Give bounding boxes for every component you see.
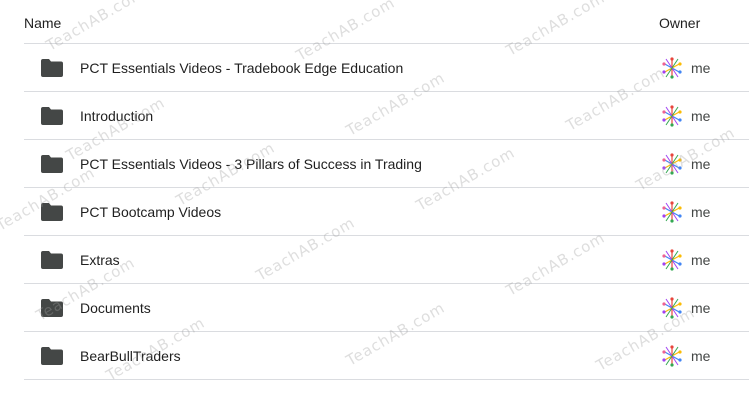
owner-column-header[interactable]: Owner bbox=[659, 15, 700, 31]
folder-row[interactable]: BearBullTraders me bbox=[24, 332, 749, 380]
owner-avatar-icon bbox=[662, 105, 682, 127]
folder-row[interactable]: PCT Bootcamp Videos me bbox=[24, 188, 749, 236]
owner-name: me bbox=[691, 204, 711, 220]
owner-avatar-icon bbox=[662, 297, 682, 319]
folder-name: Documents bbox=[80, 300, 151, 316]
folder-name: PCT Essentials Videos - 3 Pillars of Suc… bbox=[80, 156, 422, 172]
folder-icon bbox=[41, 155, 63, 173]
owner-avatar-icon bbox=[662, 153, 682, 175]
folder-row[interactable]: Introduction me bbox=[24, 92, 749, 140]
folder-row[interactable]: Documents me bbox=[24, 284, 749, 332]
folder-rows: PCT Essentials Videos - Tradebook Edge E… bbox=[24, 44, 749, 380]
folder-row[interactable]: PCT Essentials Videos - 3 Pillars of Suc… bbox=[24, 140, 749, 188]
owner-name: me bbox=[691, 60, 711, 76]
owner-avatar-icon bbox=[662, 57, 682, 79]
folder-icon bbox=[41, 59, 63, 77]
folder-name: Extras bbox=[80, 252, 120, 268]
folder-icon bbox=[41, 299, 63, 317]
name-column-header[interactable]: Name bbox=[24, 15, 61, 31]
folder-icon bbox=[41, 251, 63, 269]
folder-row[interactable]: Extras me bbox=[24, 236, 749, 284]
owner-avatar-icon bbox=[662, 345, 682, 367]
list-header: Name Owner bbox=[24, 0, 749, 44]
owner-name: me bbox=[691, 348, 711, 364]
folder-icon bbox=[41, 203, 63, 221]
owner-name: me bbox=[691, 252, 711, 268]
owner-avatar-icon bbox=[662, 201, 682, 223]
folder-icon bbox=[41, 107, 63, 125]
folder-name: PCT Essentials Videos - Tradebook Edge E… bbox=[80, 60, 404, 76]
owner-name: me bbox=[691, 156, 711, 172]
folder-name: Introduction bbox=[80, 108, 154, 124]
owner-name: me bbox=[691, 300, 711, 316]
folder-name: PCT Bootcamp Videos bbox=[80, 204, 222, 220]
folder-icon bbox=[41, 347, 63, 365]
folder-row[interactable]: PCT Essentials Videos - Tradebook Edge E… bbox=[24, 44, 749, 92]
owner-name: me bbox=[691, 108, 711, 124]
folder-name: BearBullTraders bbox=[80, 348, 181, 364]
owner-avatar-icon bbox=[662, 249, 682, 271]
file-list: Name Owner PCT Essentials Videos - Trade… bbox=[0, 0, 749, 400]
